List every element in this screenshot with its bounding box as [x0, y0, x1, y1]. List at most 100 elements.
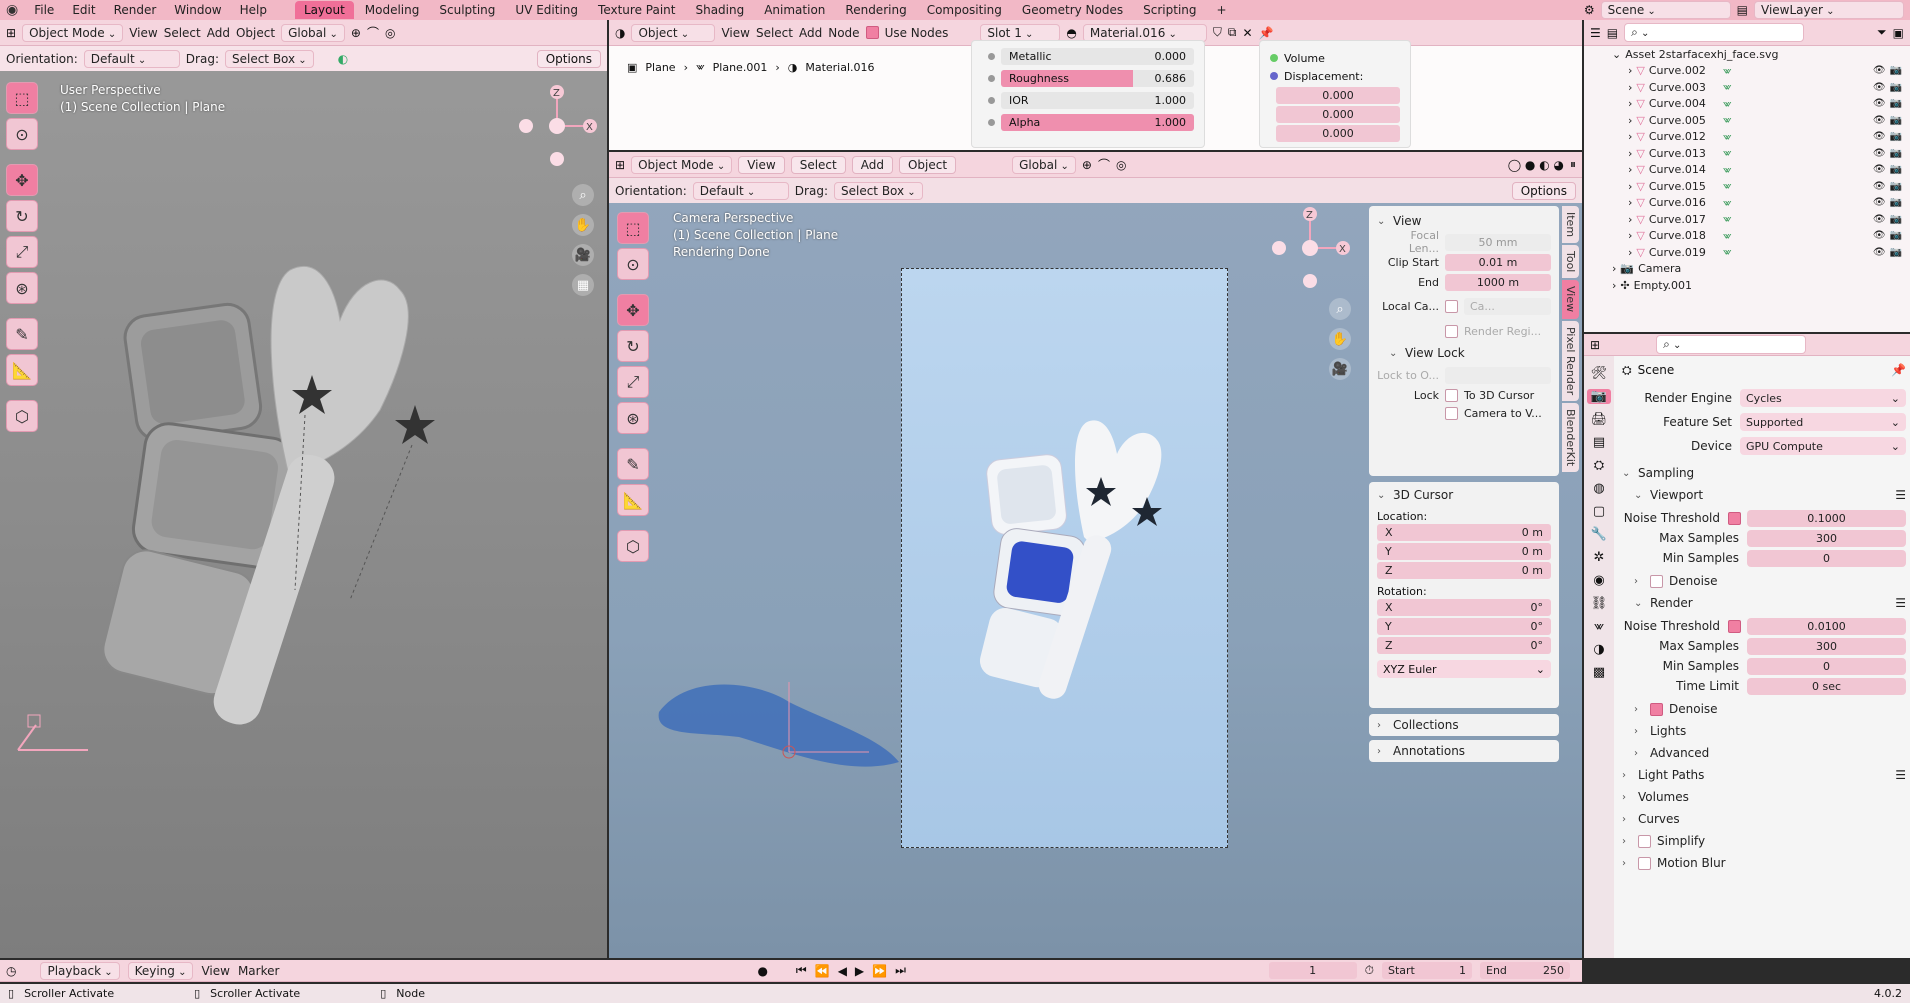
vp-denoise-checkbox[interactable] [1650, 574, 1663, 588]
sidebar-tab-view[interactable]: View [1562, 280, 1579, 319]
render-camera-icon[interactable]: 📷 [1890, 65, 1902, 76]
camera-snap-icon[interactable]: ⌒ [1098, 156, 1110, 173]
feature-set-dropdown[interactable]: Supported ⌄ [1740, 413, 1906, 431]
visibility-eye-icon[interactable]: 👁 [1873, 164, 1886, 175]
vp-noise-checkbox[interactable] [1728, 511, 1741, 525]
jump-start-icon[interactable]: ⏮ [796, 963, 807, 978]
r-denoise-checkbox[interactable] [1650, 702, 1663, 716]
physics-tab-icon[interactable]: ◉ [1593, 573, 1604, 588]
render-camera-icon[interactable]: 📷 [1890, 197, 1902, 208]
clip-start-field[interactable]: 0.01 m [1445, 253, 1551, 271]
sampling-section-header[interactable]: ⌄ Sampling [1622, 462, 1906, 484]
shader-menu-view[interactable]: View [721, 26, 749, 40]
menu-object[interactable]: Object [236, 26, 275, 40]
outliner-curve-row[interactable]: › ▽ Curve.013 ⩖ 👁 📷 [1584, 145, 1910, 162]
outliner-curve-row[interactable]: › ▽ Curve.012 ⩖ 👁 📷 [1584, 129, 1910, 146]
expand-arrow-icon[interactable]: › [1628, 130, 1632, 143]
next-keyframe-icon[interactable]: ⏩ [872, 964, 887, 978]
tab-texture-paint[interactable]: Texture Paint [589, 1, 684, 19]
vp-noise-field[interactable]: 0.1000 [1747, 509, 1906, 527]
menu-render[interactable]: Render [106, 3, 165, 17]
camera-scale-tool-icon[interactable]: ⤢ [617, 366, 649, 398]
vp-max-samples-field[interactable]: 300 [1747, 529, 1906, 547]
camera-annotate-tool-icon[interactable]: ✎ [617, 448, 649, 480]
expand-arrow-icon[interactable]: › [1628, 114, 1632, 127]
light-paths-section-header[interactable]: › Light Paths ☰ [1622, 764, 1906, 786]
snap-icon[interactable]: ⌒ [367, 24, 379, 41]
shader-type-dropdown[interactable]: Object [631, 23, 716, 42]
lock-camera-checkbox[interactable] [1445, 406, 1458, 420]
curve-data-icon[interactable]: ⩖ [1723, 130, 1732, 144]
render-camera-icon[interactable]: 📷 [1890, 230, 1902, 241]
scene-tab-icon[interactable]: ⛭ [1594, 458, 1604, 473]
tool-tab-icon[interactable]: 🛠 [1591, 366, 1608, 381]
node-socket-icon[interactable] [988, 119, 995, 126]
zoom-icon[interactable]: ⌕ [572, 184, 594, 206]
timeline-editor-type-icon[interactable]: ◷ [6, 964, 16, 978]
navigation-gizmo[interactable]: Z X [512, 80, 602, 170]
visibility-eye-icon[interactable]: 👁 [1873, 115, 1886, 126]
pin-icon[interactable]: 📌 [1259, 26, 1274, 40]
particles-tab-icon[interactable]: ✲ [1594, 550, 1605, 565]
render-camera-icon[interactable]: 📷 [1890, 148, 1902, 159]
outliner-curve-row[interactable]: › ▽ Curve.019 ⩖ 👁 📷 [1584, 244, 1910, 261]
expand-arrow-icon[interactable]: › [1628, 180, 1632, 193]
visibility-eye-icon[interactable]: 👁 [1873, 181, 1886, 192]
device-dropdown[interactable]: GPU Compute ⌄ [1740, 437, 1906, 455]
render-camera-icon[interactable]: 📷 [1890, 214, 1902, 225]
modifier-tab-icon[interactable]: 🔧 [1591, 527, 1607, 542]
sidebar-tab-blenderkit[interactable]: BlenderKit [1562, 402, 1579, 472]
camera-measure-tool-icon[interactable]: 📐 [617, 484, 649, 516]
node-socket-icon[interactable] [988, 75, 995, 82]
stopwatch-icon[interactable]: ⏱ [1365, 963, 1374, 978]
outliner-curve-row[interactable]: › ▽ Curve.004 ⩖ 👁 📷 [1584, 96, 1910, 113]
visibility-eye-icon[interactable]: 👁 [1873, 214, 1886, 225]
breadcrumb-material[interactable]: Material.016 [805, 61, 874, 74]
cursor-location-y-field[interactable]: Y 0 m [1377, 543, 1551, 560]
camera-menu-object[interactable]: Object [898, 155, 957, 174]
displacement-socket-icon[interactable] [1270, 72, 1278, 80]
render-camera-icon[interactable]: 📷 [1890, 98, 1902, 109]
render-engine-dropdown[interactable]: Cycles ⌄ [1740, 389, 1906, 407]
visibility-eye-icon[interactable]: 👁 [1873, 148, 1886, 159]
outliner-curve-row[interactable]: › ▽ Curve.017 ⩖ 👁 📷 [1584, 211, 1910, 228]
rotate-tool-icon[interactable]: ↻ [6, 200, 38, 232]
pause-render-icon[interactable]: ⏸ [1570, 157, 1576, 172]
outliner[interactable]: ☰ ▤ ⌕ ⏷ ▣ ⌄ Asset 2starfacexhj_face.svg … [1584, 20, 1910, 332]
breadcrumb-object[interactable]: Plane [645, 61, 675, 74]
menu-add[interactable]: Add [207, 26, 230, 40]
proportional-icon[interactable]: ◎ [385, 26, 395, 40]
sidebar-n-panel[interactable]: ⌄ View Focal Len... 50 mm Clip Start 0.01 m… [1369, 206, 1559, 476]
view-layer-tab-icon[interactable]: ▤ [1593, 435, 1605, 450]
vp-min-samples-field[interactable]: 0 [1747, 549, 1906, 567]
left-viewport[interactable]: ⊞ Object Mode View Select Add Object Glo… [0, 20, 607, 958]
outliner-curve-row[interactable]: › ▽ Curve.002 ⩖ 👁 📷 [1584, 63, 1910, 80]
cursor-panel-header[interactable]: ⌄ 3D Cursor [1377, 484, 1551, 506]
keying-dropdown[interactable]: Keying [127, 961, 194, 980]
shader-menu-select[interactable]: Select [756, 26, 793, 40]
expand-arrow-icon[interactable]: › [1628, 163, 1632, 176]
expand-arrow-icon[interactable]: › [1628, 64, 1632, 77]
select-box-tool-icon[interactable]: ⬚ [6, 82, 38, 114]
list-presets-icon[interactable]: ☰ [1895, 768, 1906, 782]
sidebar-tab-pixel-render[interactable]: Pixel Render [1562, 320, 1579, 401]
motion-blur-checkbox[interactable] [1638, 856, 1651, 870]
current-frame-field[interactable]: 1 [1268, 962, 1357, 979]
end-frame-field[interactable]: End 250 [1480, 962, 1570, 979]
render-camera-icon[interactable]: 📷 [1890, 131, 1902, 142]
record-icon[interactable]: ● [757, 964, 767, 978]
camera-select-box-tool-icon[interactable]: ⬚ [617, 212, 649, 244]
camera-zoom-icon[interactable]: ⌕ [1329, 298, 1351, 320]
curve-data-icon[interactable]: ⩖ [1723, 146, 1732, 160]
expand-arrow-icon[interactable]: › [1628, 196, 1632, 209]
viewport-shading-icons[interactable]: ◯ ● ◐ ◕ [1508, 158, 1564, 172]
expand-arrow-icon[interactable]: ⌄ [1612, 48, 1621, 61]
menu-window[interactable]: Window [166, 3, 229, 17]
drag-dropdown[interactable]: Select Box [224, 49, 314, 68]
camera-mode-dropdown[interactable]: Object Mode [631, 155, 733, 174]
visibility-eye-icon[interactable]: 👁 [1873, 197, 1886, 208]
mode-dropdown[interactable]: Object Mode [22, 23, 124, 42]
tab-sculpting[interactable]: Sculpting [430, 1, 504, 19]
menu-edit[interactable]: Edit [64, 3, 103, 17]
play-reverse-icon[interactable]: ◀ [838, 964, 847, 978]
